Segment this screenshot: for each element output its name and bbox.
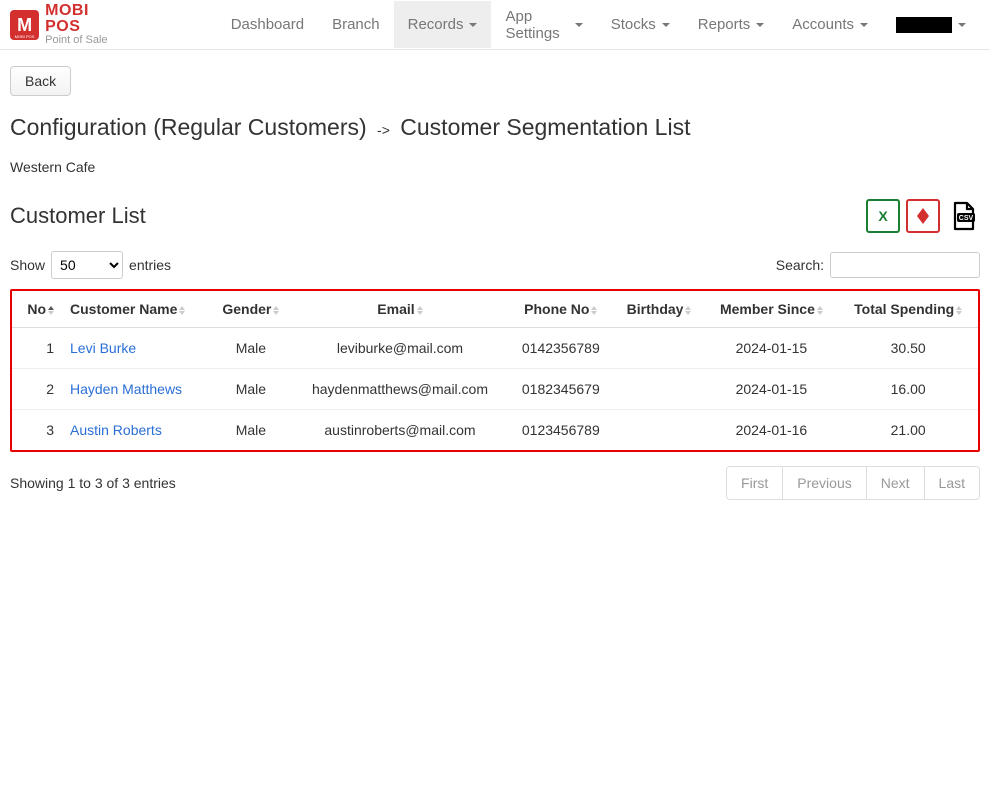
col-phone[interactable]: Phone No <box>508 291 614 328</box>
cell-no: 3 <box>12 410 62 451</box>
table-info: Showing 1 to 3 of 3 entries <box>10 475 176 491</box>
list-title: Customer List <box>10 203 146 229</box>
customer-link[interactable]: Austin Roberts <box>70 422 162 438</box>
chevron-down-icon <box>575 23 583 27</box>
cell-total-spending: 16.00 <box>838 369 978 410</box>
breadcrumb-part2: Customer Segmentation List <box>400 114 690 140</box>
nav-records[interactable]: Records <box>394 1 492 48</box>
show-label: Show <box>10 257 45 273</box>
pager-last[interactable]: Last <box>925 467 979 499</box>
nav-stocks[interactable]: Stocks <box>597 1 684 48</box>
cell-gender: Male <box>210 369 292 410</box>
cell-gender: Male <box>210 410 292 451</box>
user-redacted <box>896 17 952 33</box>
sort-icon <box>273 306 279 315</box>
search-wrap: Search: <box>776 252 980 278</box>
sort-icon <box>591 306 597 315</box>
cell-member-since: 2024-01-15 <box>705 369 839 410</box>
navbar: M MOBI POS MOBI POS Point of Sale Dashbo… <box>0 0 990 50</box>
venue-name: Western Cafe <box>10 159 980 175</box>
cell-total-spending: 21.00 <box>838 410 978 451</box>
table-row: 2 Hayden Matthews Male haydenmatthews@ma… <box>12 369 978 410</box>
chevron-down-icon <box>662 23 670 27</box>
cell-gender: Male <box>210 328 292 369</box>
col-gender[interactable]: Gender <box>210 291 292 328</box>
brand-main: MOBI POS <box>45 3 127 35</box>
search-input[interactable] <box>830 252 980 278</box>
chevron-down-icon <box>860 23 868 27</box>
pager: First Previous Next Last <box>726 466 980 500</box>
col-no[interactable]: No <box>12 291 62 328</box>
cell-birthday <box>614 369 705 410</box>
cell-phone: 0142356789 <box>508 328 614 369</box>
cell-phone: 0123456789 <box>508 410 614 451</box>
export-pdf-icon[interactable] <box>906 199 940 233</box>
sort-icon <box>817 306 823 315</box>
breadcrumb: Configuration (Regular Customers) -> Cus… <box>10 114 980 141</box>
sort-icon <box>685 306 691 315</box>
customer-link[interactable]: Levi Burke <box>70 340 136 356</box>
chevron-down-icon <box>958 23 966 27</box>
export-csv-icon[interactable]: CSV <box>946 199 980 233</box>
pager-first[interactable]: First <box>727 467 783 499</box>
sort-icon <box>956 306 962 315</box>
svg-text:CSV: CSV <box>959 215 974 222</box>
nav-items: Dashboard Branch Records App Settings St… <box>217 0 980 57</box>
breadcrumb-part1: Configuration (Regular Customers) <box>10 114 367 140</box>
entries-label: entries <box>129 257 171 273</box>
search-label: Search: <box>776 257 824 273</box>
cell-total-spending: 30.50 <box>838 328 978 369</box>
sort-icon <box>179 306 185 315</box>
brand[interactable]: M MOBI POS MOBI POS Point of Sale <box>10 3 127 46</box>
brand-sub: Point of Sale <box>45 35 127 46</box>
svg-text:X: X <box>878 208 888 224</box>
export-icons: X CSV <box>866 199 980 233</box>
cell-phone: 0182345679 <box>508 369 614 410</box>
brand-logo: M MOBI POS <box>10 10 39 40</box>
customer-table: No Customer Name Gender Email Phone No B… <box>12 291 978 450</box>
customer-table-highlight: No Customer Name Gender Email Phone No B… <box>10 289 980 452</box>
customer-link[interactable]: Hayden Matthews <box>70 381 182 397</box>
col-total-spending[interactable]: Total Spending <box>838 291 978 328</box>
nav-reports[interactable]: Reports <box>684 1 779 48</box>
cell-member-since: 2024-01-15 <box>705 328 839 369</box>
chevron-down-icon <box>756 23 764 27</box>
col-email[interactable]: Email <box>292 291 508 328</box>
nav-branch[interactable]: Branch <box>318 1 394 48</box>
export-excel-icon[interactable]: X <box>866 199 900 233</box>
entries-select[interactable]: 50 <box>51 251 123 279</box>
cell-email: haydenmatthews@mail.com <box>292 369 508 410</box>
table-body: 1 Levi Burke Male leviburke@mail.com 014… <box>12 328 978 451</box>
col-birthday[interactable]: Birthday <box>614 291 705 328</box>
cell-birthday <box>614 328 705 369</box>
nav-app-settings[interactable]: App Settings <box>491 0 596 57</box>
chevron-down-icon <box>469 23 477 27</box>
cell-member-since: 2024-01-16 <box>705 410 839 451</box>
pager-previous[interactable]: Previous <box>783 467 866 499</box>
table-row: 3 Austin Roberts Male austinroberts@mail… <box>12 410 978 451</box>
entries-selector: Show 50 entries <box>10 251 171 279</box>
cell-email: austinroberts@mail.com <box>292 410 508 451</box>
back-button[interactable]: Back <box>10 66 71 96</box>
sort-icon <box>48 306 54 315</box>
col-customer-name[interactable]: Customer Name <box>62 291 210 328</box>
cell-no: 1 <box>12 328 62 369</box>
nav-accounts[interactable]: Accounts <box>778 1 882 48</box>
sort-icon <box>417 306 423 315</box>
cell-birthday <box>614 410 705 451</box>
table-row: 1 Levi Burke Male leviburke@mail.com 014… <box>12 328 978 369</box>
breadcrumb-arrow: -> <box>377 122 390 138</box>
pager-next[interactable]: Next <box>867 467 925 499</box>
col-member-since[interactable]: Member Since <box>705 291 839 328</box>
cell-email: leviburke@mail.com <box>292 328 508 369</box>
cell-no: 2 <box>12 369 62 410</box>
nav-user[interactable] <box>882 2 980 48</box>
brand-logo-letter: M <box>17 16 32 34</box>
nav-dashboard[interactable]: Dashboard <box>217 1 318 48</box>
